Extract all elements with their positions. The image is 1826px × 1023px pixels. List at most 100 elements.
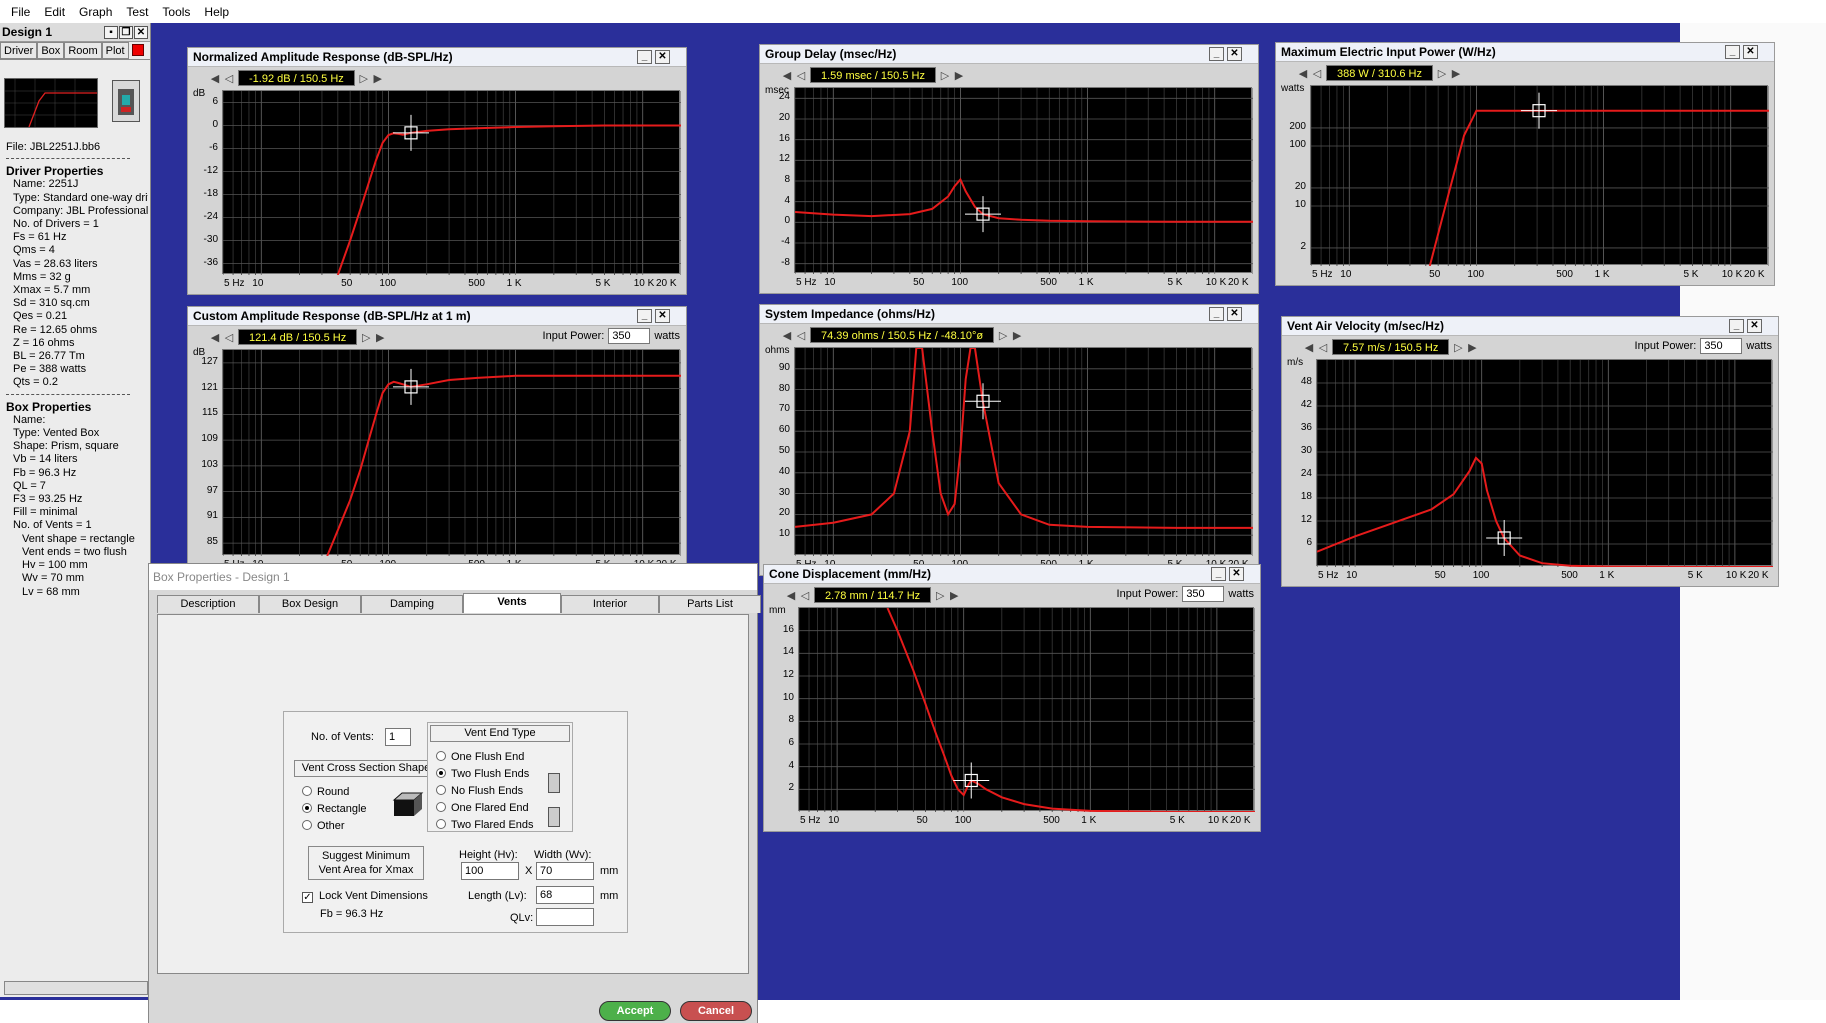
accept-button[interactable]: Accept [599,1001,671,1021]
tab-driver[interactable]: Driver [0,42,38,59]
cursor-crosshair-icon[interactable] [953,762,990,799]
minimize-icon[interactable]: _ [1209,47,1224,61]
tab-box-design[interactable]: Box Design [259,595,361,613]
no-vents-input[interactable]: 1 [385,728,411,746]
suggest-min-vent-area-button[interactable]: Suggest Minimum Vent Area for Xmax [308,846,424,880]
tab-vents[interactable]: Vents [463,593,561,613]
minimize-icon[interactable]: _ [1209,307,1224,321]
menu-edit[interactable]: Edit [37,5,72,19]
cancel-button[interactable]: Cancel [680,1001,752,1021]
cursor-crosshair-icon[interactable] [392,368,429,405]
minimize-icon[interactable]: _ [1725,45,1740,59]
y-tick-label: 2 [1300,240,1306,252]
side-scrollbar[interactable] [4,981,148,995]
cursor-readout: -1.92 dB / 150.5 Hz [238,70,355,86]
plot-area[interactable] [1316,359,1773,567]
close-icon[interactable]: ✕ [134,25,148,39]
minimize-icon[interactable]: _ [637,309,652,323]
arrow-left-icon[interactable]: ◁ [1316,341,1330,354]
tab-interior[interactable]: Interior [561,595,659,613]
plot-area[interactable] [794,87,1253,274]
arrow-right-icon[interactable]: ▷ [1451,341,1465,354]
arrow-left-icon[interactable]: ◁ [222,72,236,85]
arrow-right-far-icon[interactable]: ▶ [952,69,966,82]
tab-parts-list[interactable]: Parts List [659,595,761,613]
cursor-crosshair-icon[interactable] [964,383,1001,420]
shape-round-radio[interactable]: Round [302,786,349,798]
arrow-left-far-icon[interactable]: ◀ [1302,341,1316,354]
menu-graph[interactable]: Graph [72,5,119,19]
minimize-icon[interactable]: _ [1211,567,1226,581]
close-icon[interactable]: ✕ [1227,307,1242,321]
arrow-left-icon[interactable]: ◁ [1310,67,1324,80]
plot-color-icon[interactable] [131,44,144,56]
tab-plot[interactable]: Plot [101,42,129,59]
plot-area[interactable] [222,349,681,556]
width-input[interactable]: 70 [536,862,594,880]
height-input[interactable]: 100 [461,862,519,880]
menu-help[interactable]: Help [197,5,236,19]
end-one-flared-radio[interactable]: One Flared End [436,802,529,814]
restore-icon[interactable]: ❐ [119,25,133,39]
plot-area[interactable] [794,347,1253,556]
cross-section-header: Vent Cross Section Shape [294,760,438,777]
tab-damping[interactable]: Damping [361,595,463,613]
arrow-left-far-icon[interactable]: ◀ [784,589,798,602]
end-one-flush-radio[interactable]: One Flush End [436,751,524,763]
plot-area[interactable] [798,607,1255,812]
arrow-right-icon[interactable]: ▷ [938,69,952,82]
qlv-input[interactable] [536,908,594,926]
arrow-right-far-icon[interactable]: ▶ [947,589,961,602]
minimize-icon[interactable]: _ [1729,319,1744,333]
close-icon[interactable]: ✕ [1747,319,1762,333]
menu-tools[interactable]: Tools [155,5,197,19]
tab-box[interactable]: Box [37,42,65,59]
minimize-icon[interactable]: _ [637,50,652,64]
arrow-right-icon[interactable]: ▷ [359,331,373,344]
speaker-icon[interactable] [112,80,140,122]
tab-description[interactable]: Description [157,595,259,613]
save-icon[interactable]: ▪ [104,25,118,39]
cursor-crosshair-icon[interactable] [1521,92,1558,129]
arrow-right-far-icon[interactable]: ▶ [1449,67,1463,80]
menu-file[interactable]: File [4,5,37,19]
arrow-left-far-icon[interactable]: ◀ [1296,67,1310,80]
cursor-crosshair-icon[interactable] [392,114,429,151]
arrow-right-far-icon[interactable]: ▶ [373,331,387,344]
arrow-right-far-icon[interactable]: ▶ [371,72,385,85]
arrow-left-far-icon[interactable]: ◀ [780,69,794,82]
close-icon[interactable]: ✕ [1229,567,1244,581]
tab-room[interactable]: Room [64,42,102,59]
shape-other-radio[interactable]: Other [302,820,345,832]
plot-area[interactable] [222,90,681,275]
arrow-left-icon[interactable]: ◁ [794,69,808,82]
close-icon[interactable]: ✕ [655,309,670,323]
close-icon[interactable]: ✕ [655,50,670,64]
plot-area[interactable] [1310,85,1769,266]
length-input[interactable]: 68 [536,886,594,904]
arrow-left-far-icon[interactable]: ◀ [208,72,222,85]
menu-test[interactable]: Test [119,5,155,19]
shape-rectangle-radio[interactable]: Rectangle [302,803,367,815]
arrow-right-icon[interactable]: ▷ [357,72,371,85]
arrow-right-icon[interactable]: ▷ [933,589,947,602]
arrow-left-icon[interactable]: ◁ [222,331,236,344]
end-no-flush-radio[interactable]: No Flush Ends [436,785,523,797]
close-icon[interactable]: ✕ [1743,45,1758,59]
arrow-left-icon[interactable]: ◁ [794,329,808,342]
input-power-field[interactable]: 350 [608,328,651,344]
cursor-crosshair-icon[interactable] [1486,519,1523,556]
arrow-left-icon[interactable]: ◁ [798,589,812,602]
end-two-flared-radio[interactable]: Two Flared Ends [436,819,534,831]
input-power-field[interactable]: 350 [1700,338,1743,354]
arrow-right-far-icon[interactable]: ▶ [1465,341,1479,354]
arrow-right-icon[interactable]: ▷ [996,329,1010,342]
lock-vent-dimensions-checkbox[interactable]: ✓ Lock Vent Dimensions [302,890,428,903]
arrow-left-far-icon[interactable]: ◀ [208,331,222,344]
end-two-flush-radio[interactable]: Two Flush Ends [436,768,529,780]
close-icon[interactable]: ✕ [1227,47,1242,61]
arrow-left-far-icon[interactable]: ◀ [780,329,794,342]
arrow-right-far-icon[interactable]: ▶ [1010,329,1024,342]
input-power-field[interactable]: 350 [1182,586,1225,602]
arrow-right-icon[interactable]: ▷ [1435,67,1449,80]
